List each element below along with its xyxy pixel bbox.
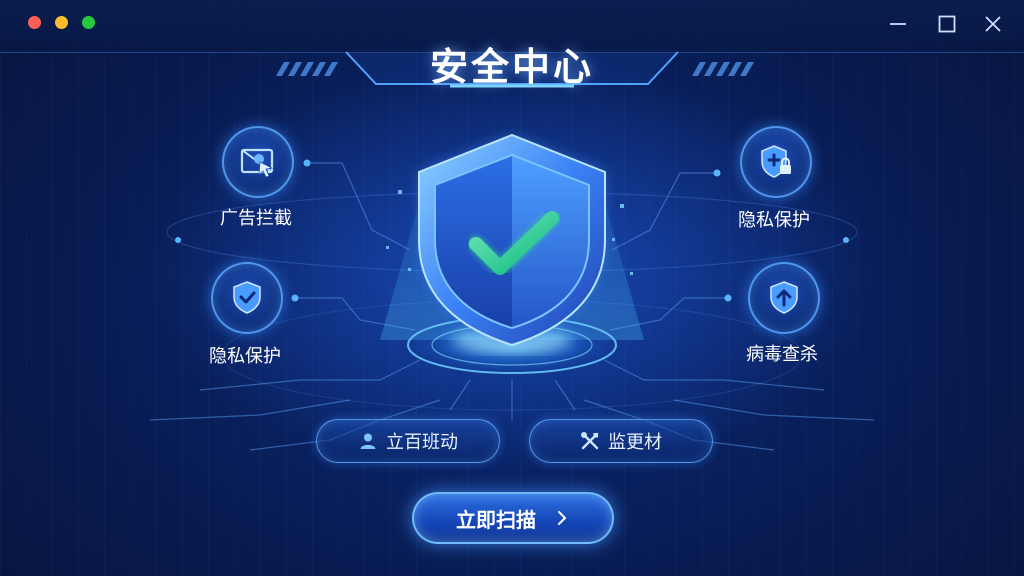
feature-label: 病毒查杀 <box>746 344 818 365</box>
shield-lock-icon <box>740 126 812 198</box>
traffic-light-zoom[interactable] <box>82 16 95 29</box>
shield-upload-icon <box>748 262 820 334</box>
security-center-window: 安全中心 广告拦截 隐私保护 隐私保护 病毒查杀 立百班动 监更材 立即扫描 <box>0 0 1024 576</box>
feature-privacy-right[interactable]: 隐私保护 <box>704 126 844 236</box>
feature-virus-scan[interactable]: 病毒查杀 <box>712 262 852 372</box>
page-title: 安全中心 <box>429 45 594 89</box>
tools-icon <box>580 431 600 451</box>
scan-now-button[interactable]: 立即扫描 <box>412 492 614 544</box>
title-plate: 安全中心 <box>340 18 684 89</box>
feature-label: 隐私保护 <box>209 346 281 367</box>
feature-label: 广告拦截 <box>220 208 292 229</box>
close-icon[interactable] <box>981 12 1005 36</box>
action-label: 立百班动 <box>386 432 458 453</box>
traffic-light-close[interactable] <box>28 16 41 29</box>
action-button-2[interactable]: 监更材 <box>529 419 713 463</box>
action-button-1[interactable]: 立百班动 <box>316 419 500 463</box>
traffic-light-minimize[interactable] <box>55 16 68 29</box>
feature-ad-block[interactable]: 广告拦截 <box>186 126 326 236</box>
maximize-icon[interactable] <box>935 12 959 36</box>
decor-stripes-left <box>276 62 338 76</box>
minimize-icon[interactable] <box>886 12 910 36</box>
ad-block-icon <box>222 126 294 198</box>
user-icon <box>358 431 378 451</box>
scan-now-label: 立即扫描 <box>456 507 536 532</box>
decor-stripes-right <box>692 62 754 76</box>
feature-privacy-left[interactable]: 隐私保护 <box>175 262 315 372</box>
action-label: 监更材 <box>608 432 662 453</box>
shield-check-icon <box>211 262 283 334</box>
chevron-right-icon <box>554 510 570 526</box>
feature-label: 隐私保护 <box>738 210 810 231</box>
